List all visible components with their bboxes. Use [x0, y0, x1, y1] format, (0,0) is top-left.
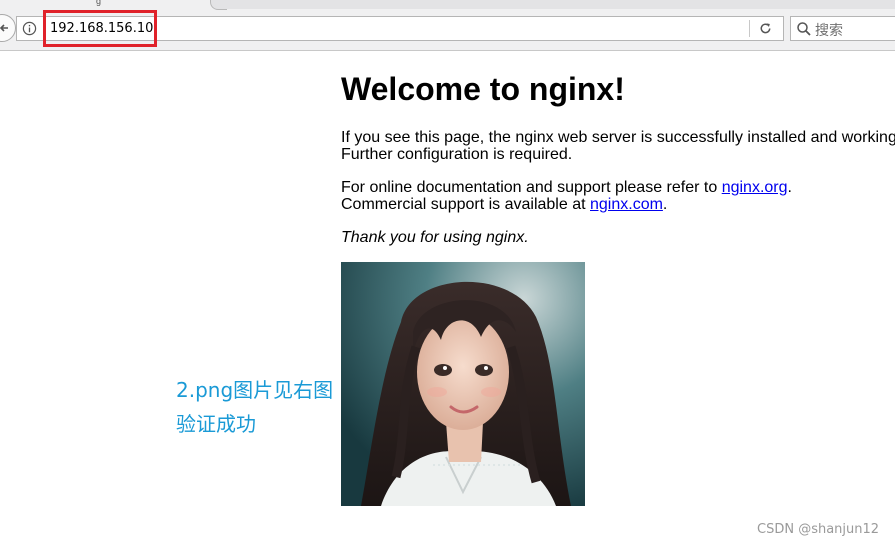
- search-box[interactable]: 搜索: [790, 16, 895, 41]
- support-line-2: Commercial support is available at nginx…: [341, 196, 792, 213]
- nginx-welcome-page: Welcome to nginx! If you see this page, …: [341, 68, 895, 246]
- search-icon: [797, 22, 811, 36]
- tab-strip: g: [0, 0, 895, 10]
- support-text-suffix: .: [787, 179, 792, 196]
- back-arrow-icon: [0, 24, 8, 32]
- page-title: Welcome to nginx!: [341, 71, 625, 107]
- nginx-com-link[interactable]: nginx.com: [590, 196, 663, 213]
- address-bar[interactable]: 192.168.156.10: [16, 16, 784, 41]
- url-text[interactable]: 192.168.156.10: [50, 21, 153, 36]
- support-text-prefix: For online documentation and support ple…: [341, 179, 722, 196]
- support-message: For online documentation and support ple…: [341, 179, 792, 213]
- install-line-1: If you see this page, the nginx web serv…: [341, 129, 895, 146]
- install-line-2: Further configuration is required.: [341, 146, 573, 163]
- thanks-message: Thank you for using nginx.: [341, 229, 529, 246]
- annotation-line-1: 2.png图片见右图: [176, 378, 334, 402]
- reload-icon[interactable]: [758, 21, 773, 36]
- back-button[interactable]: [0, 14, 16, 42]
- browser-toolbar: g 192.168.156.10 搜索: [0, 0, 895, 51]
- annotation-line-2: 验证成功: [176, 412, 256, 436]
- commercial-text-suffix: .: [662, 196, 668, 213]
- annotation-note: 2.png图片见右图 验证成功: [176, 373, 333, 441]
- watermark: CSDN @shanjun12: [757, 522, 880, 537]
- browser-tab[interactable]: g: [0, 0, 217, 9]
- search-placeholder: 搜索: [815, 23, 843, 39]
- tab-edge: [210, 0, 227, 10]
- nginx-org-link[interactable]: nginx.org: [722, 179, 788, 196]
- urlbar-divider: [749, 20, 750, 37]
- portrait-image: [341, 262, 585, 506]
- support-line-1: For online documentation and support ple…: [341, 179, 792, 196]
- info-icon[interactable]: [22, 21, 37, 36]
- commercial-text-prefix: Commercial support is available at: [341, 196, 590, 213]
- install-message: If you see this page, the nginx web serv…: [341, 129, 895, 163]
- tab-title-fragment: g: [96, 0, 102, 6]
